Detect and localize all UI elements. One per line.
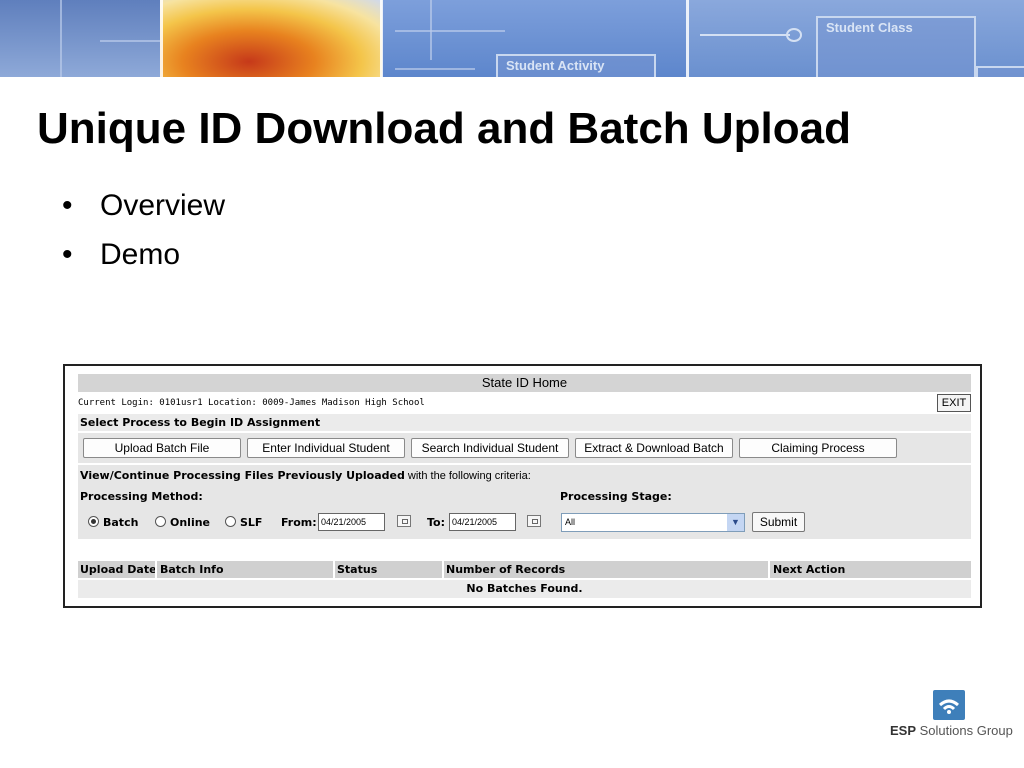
method-radio-online[interactable]: Online xyxy=(155,516,210,529)
banner-line xyxy=(395,68,475,70)
banner-divider xyxy=(686,0,689,77)
slide-title: Unique ID Download and Batch Upload xyxy=(37,104,851,153)
bullet-list: • Overview • Demo xyxy=(62,186,225,284)
column-header: Batch Info xyxy=(160,563,224,576)
to-date-input[interactable]: 04/21/2005 xyxy=(449,513,516,531)
no-batches-message: No Batches Found. xyxy=(78,580,971,598)
login-info: Current Login: 0101usr1 Location: 0009-J… xyxy=(78,398,425,408)
calendar-icon[interactable] xyxy=(397,515,411,527)
claiming-process-button[interactable]: Claiming Process xyxy=(739,438,897,458)
column-separator xyxy=(768,561,770,578)
header-banner: Student Class Student Activity xyxy=(0,0,1024,77)
column-separator xyxy=(442,561,444,578)
column-header: Status xyxy=(337,563,378,576)
bullet-demo: • Demo xyxy=(62,235,225,284)
to-label: To: xyxy=(427,516,445,529)
column-separator xyxy=(333,561,335,578)
banner-divider xyxy=(380,0,383,77)
radio-icon xyxy=(225,516,236,527)
upload-batch-file-button[interactable]: Upload Batch File xyxy=(83,438,241,458)
process-button-row: Upload Batch File Enter Individual Stude… xyxy=(78,431,971,463)
banner-panel xyxy=(0,0,160,77)
chevron-down-icon: ▼ xyxy=(727,514,744,531)
company-logo-text: ESP Solutions Group xyxy=(890,723,1013,738)
bullet-icon: • xyxy=(62,189,73,222)
criteria-heading: View/Continue Processing Files Previousl… xyxy=(80,469,531,482)
processing-method-label: Processing Method: xyxy=(80,490,203,503)
bullet-overview: • Overview xyxy=(62,186,225,235)
banner-connector-circle xyxy=(786,28,802,42)
from-label: From: xyxy=(281,516,317,529)
app-content: State ID Home Current Login: 0101usr1 Lo… xyxy=(78,374,971,598)
criteria-panel: View/Continue Processing Files Previousl… xyxy=(78,465,971,539)
processing-stage-label: Processing Stage: xyxy=(560,490,672,503)
column-header: Upload Date xyxy=(80,563,157,576)
esp-logo-icon xyxy=(933,690,965,720)
calendar-icon[interactable] xyxy=(527,515,541,527)
login-row: Current Login: 0101usr1 Location: 0009-J… xyxy=(78,392,971,414)
state-id-home-screenshot: State ID Home Current Login: 0101usr1 Lo… xyxy=(63,364,982,608)
batch-table-header: Upload Date Batch Info Status Number of … xyxy=(78,561,971,578)
enter-individual-student-button[interactable]: Enter Individual Student xyxy=(247,438,405,458)
exit-button[interactable]: EXIT xyxy=(937,394,971,412)
from-date-input[interactable]: 04/21/2005 xyxy=(318,513,385,531)
column-separator xyxy=(155,561,157,578)
method-radio-slf[interactable]: SLF xyxy=(225,516,262,529)
radio-icon xyxy=(155,516,166,527)
banner-connector xyxy=(700,34,790,36)
method-radio-batch[interactable]: Batch xyxy=(88,516,138,529)
app-header: State ID Home xyxy=(78,374,971,392)
processing-stage-select[interactable]: All ▼ xyxy=(561,513,745,532)
bullet-icon: • xyxy=(62,238,73,271)
column-header: Next Action xyxy=(773,563,846,576)
banner-line xyxy=(100,40,160,42)
banner-panel xyxy=(160,0,382,77)
submit-button[interactable]: Submit xyxy=(752,512,805,532)
banner-line xyxy=(60,0,62,77)
banner-student-activity: Student Activity xyxy=(496,54,656,77)
radio-selected-icon xyxy=(88,516,99,527)
banner-line xyxy=(395,30,505,32)
select-process-heading: Select Process to Begin ID Assignment xyxy=(78,414,971,431)
banner-divider xyxy=(160,0,163,77)
banner-student-class: Student Class xyxy=(816,16,976,77)
search-individual-student-button[interactable]: Search Individual Student xyxy=(411,438,569,458)
extract-download-batch-button[interactable]: Extract & Download Batch xyxy=(575,438,733,458)
banner-box xyxy=(976,66,1024,77)
column-header: Number of Records xyxy=(446,563,566,576)
